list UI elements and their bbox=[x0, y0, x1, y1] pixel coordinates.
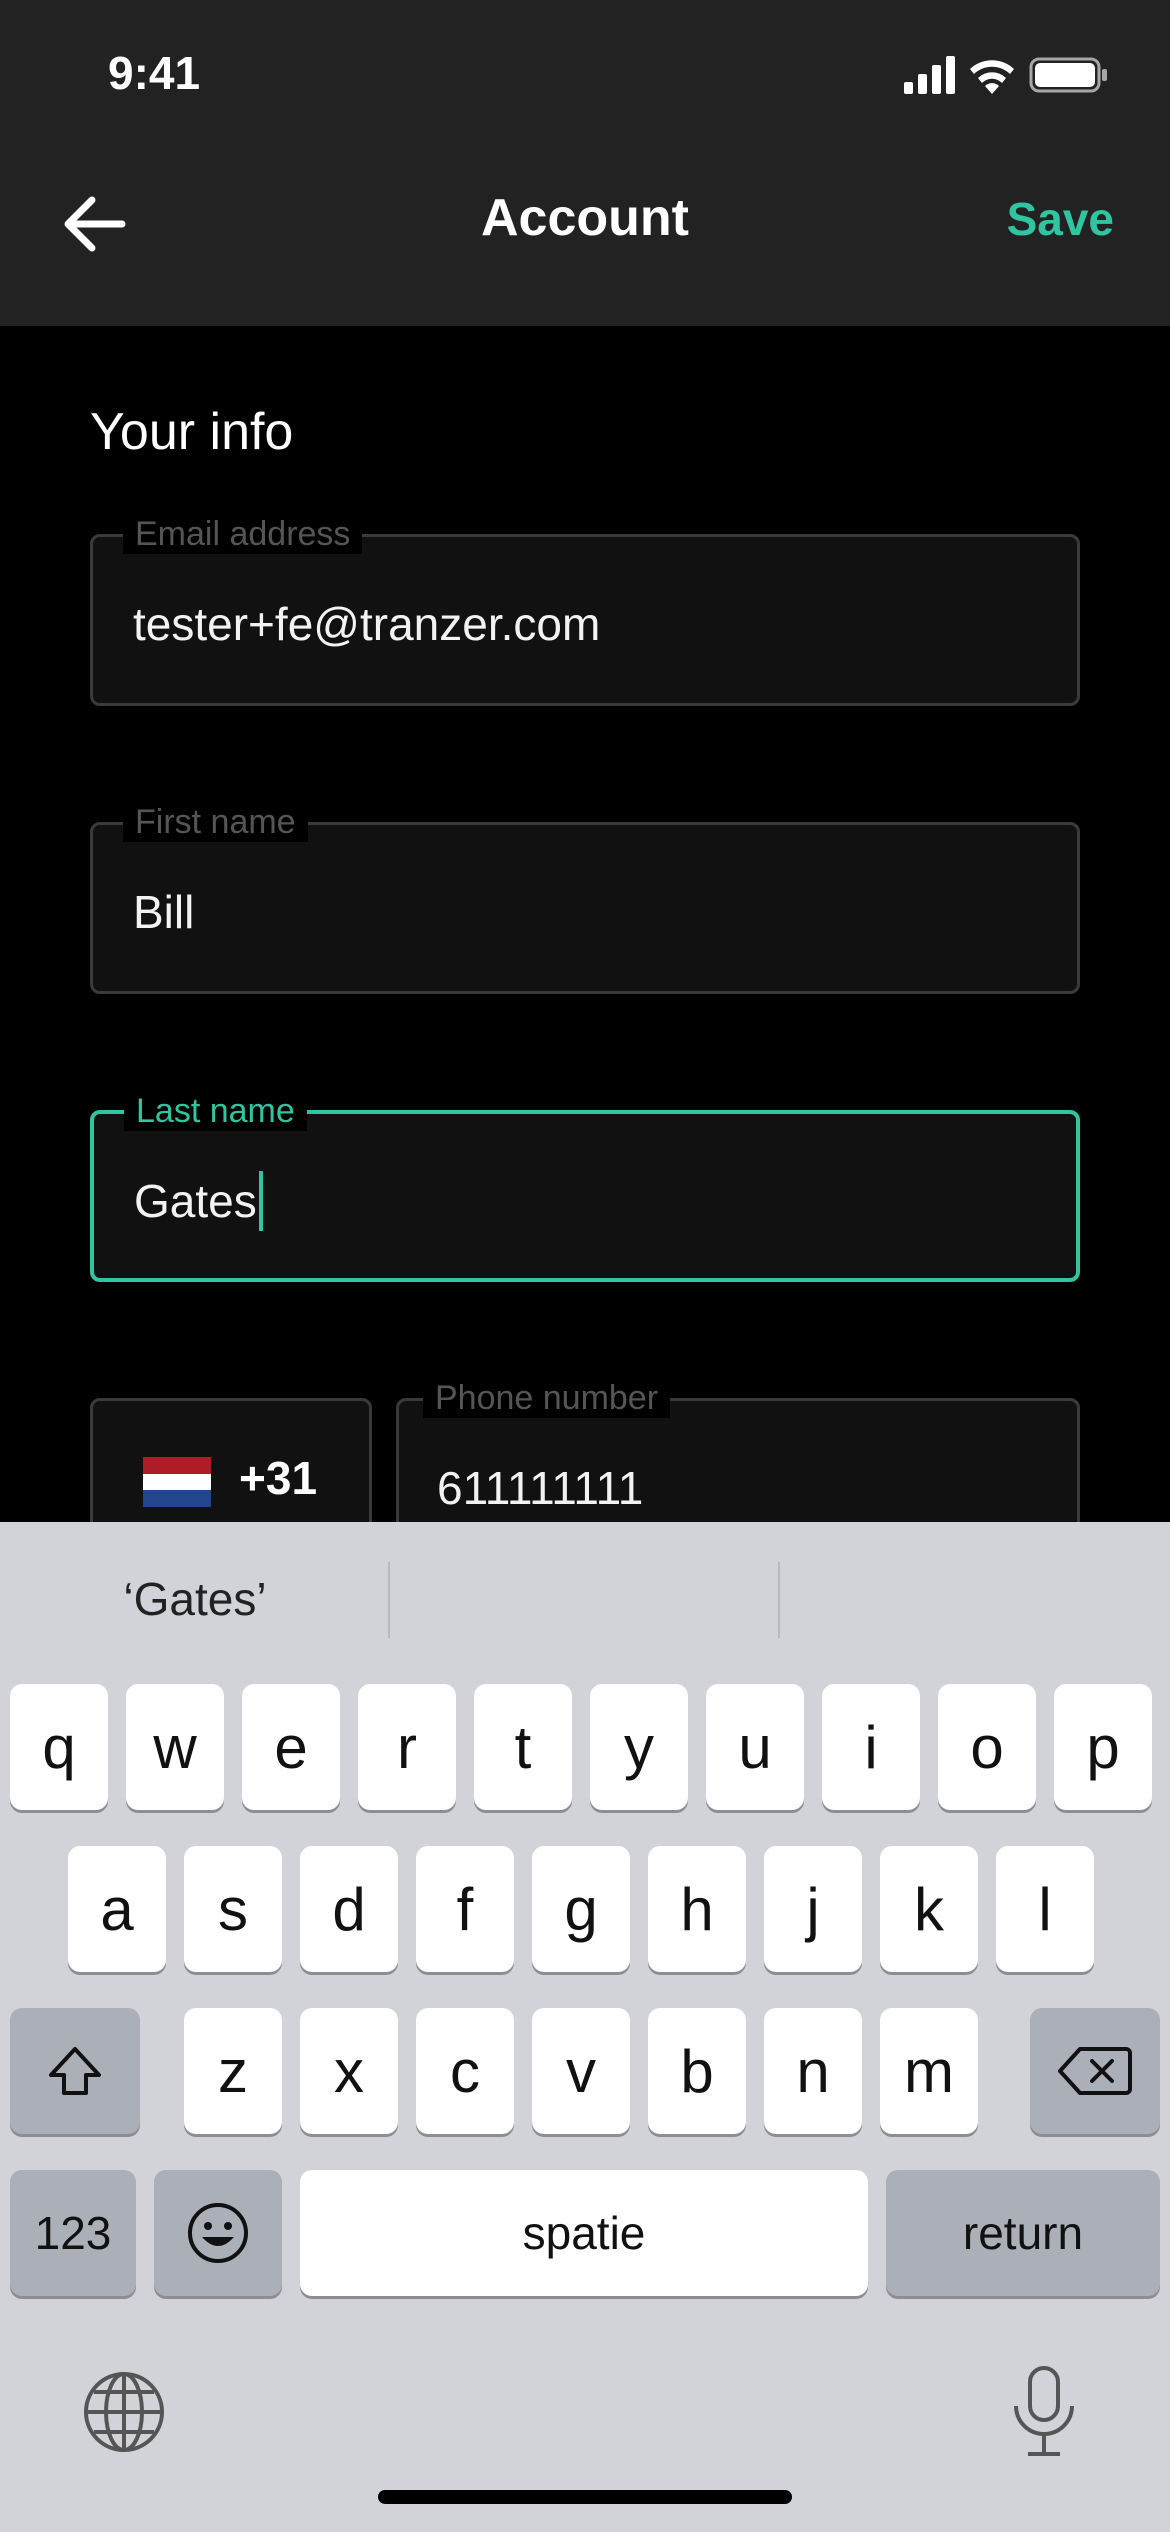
netherlands-flag-icon bbox=[143, 1457, 211, 1507]
key-f[interactable]: f bbox=[416, 1846, 514, 1972]
key-o[interactable]: o bbox=[938, 1684, 1036, 1810]
suggestion-divider bbox=[388, 1562, 390, 1638]
cellular-signal-icon bbox=[904, 56, 955, 94]
key-v[interactable]: v bbox=[532, 2008, 630, 2134]
key-s[interactable]: s bbox=[184, 1846, 282, 1972]
globe-icon bbox=[84, 2372, 164, 2452]
key-w[interactable]: w bbox=[126, 1684, 224, 1810]
microphone-icon bbox=[1014, 2366, 1074, 2456]
text-caret bbox=[258, 1170, 263, 1231]
last-name-field[interactable]: Last name Gates bbox=[90, 1092, 1080, 1282]
key-p[interactable]: p bbox=[1054, 1684, 1152, 1810]
battery-icon bbox=[1029, 57, 1107, 93]
wifi-icon bbox=[970, 60, 1014, 94]
key-r[interactable]: r bbox=[358, 1684, 456, 1810]
key-q[interactable]: q bbox=[10, 1684, 108, 1810]
emoji-key[interactable] bbox=[154, 2170, 282, 2296]
key-e[interactable]: e bbox=[242, 1684, 340, 1810]
page-title: Account bbox=[481, 189, 689, 247]
key-n[interactable]: n bbox=[764, 2008, 862, 2134]
email-field-label: Email address bbox=[123, 515, 363, 554]
last-name-field-value-wrap: Gates bbox=[134, 1170, 263, 1231]
email-field[interactable]: Email address tester+fe@tranzer.com bbox=[90, 515, 1080, 706]
keyboard: ‘Gates’ qwertyuiop asdfghjkl zxcvbnm 123… bbox=[0, 1522, 1170, 2532]
shift-icon bbox=[49, 2047, 101, 2095]
section-title: Your info bbox=[90, 403, 294, 461]
email-field-value: tester+fe@tranzer.com bbox=[133, 598, 601, 650]
status-time: 9:41 bbox=[108, 47, 201, 99]
key-y[interactable]: y bbox=[590, 1684, 688, 1810]
return-key[interactable]: return bbox=[886, 2170, 1160, 2296]
key-t[interactable]: t bbox=[474, 1684, 572, 1810]
key-h[interactable]: h bbox=[648, 1846, 746, 1972]
key-c[interactable]: c bbox=[416, 2008, 514, 2134]
account-form: Your info Email address tester+fe@tranze… bbox=[0, 326, 1170, 1598]
first-name-field-value: Bill bbox=[133, 886, 195, 938]
emoji-icon bbox=[188, 2203, 248, 2263]
globe-button[interactable] bbox=[80, 2368, 168, 2461]
key-j[interactable]: j bbox=[764, 1846, 862, 1972]
nav-bar: Account Save bbox=[0, 150, 1170, 326]
numbers-key[interactable]: 123 bbox=[10, 2170, 136, 2296]
phone-number-field-label: Phone number bbox=[423, 1379, 671, 1418]
backspace-key[interactable] bbox=[1030, 2008, 1160, 2134]
key-d[interactable]: d bbox=[300, 1846, 398, 1972]
country-code: +31 bbox=[239, 1452, 318, 1504]
key-k[interactable]: k bbox=[880, 1846, 978, 1972]
key-m[interactable]: m bbox=[880, 2008, 978, 2134]
last-name-field-value: Gates bbox=[134, 1175, 257, 1227]
last-name-field-label: Last name bbox=[124, 1092, 307, 1131]
save-button[interactable]: Save bbox=[1007, 192, 1114, 246]
shift-key[interactable] bbox=[10, 2008, 140, 2134]
key-l[interactable]: l bbox=[996, 1846, 1094, 1972]
phone-number-field-value: 611111111 bbox=[437, 1462, 644, 1514]
space-key[interactable]: spatie bbox=[300, 2170, 868, 2296]
dictation-button[interactable] bbox=[1004, 2362, 1084, 2467]
first-name-field-label: First name bbox=[123, 803, 308, 842]
key-i[interactable]: i bbox=[822, 1684, 920, 1810]
first-name-field[interactable]: First name Bill bbox=[90, 803, 1080, 994]
suggestion-divider bbox=[778, 1562, 780, 1638]
status-bar: 9:41 bbox=[0, 0, 1170, 150]
key-z[interactable]: z bbox=[184, 2008, 282, 2134]
suggestion-bar: ‘Gates’ bbox=[0, 1522, 1170, 1672]
key-u[interactable]: u bbox=[706, 1684, 804, 1810]
status-icons bbox=[904, 52, 1114, 96]
key-g[interactable]: g bbox=[532, 1846, 630, 1972]
home-indicator bbox=[378, 2490, 792, 2504]
suggestion-1[interactable]: ‘Gates’ bbox=[0, 1572, 390, 1626]
key-b[interactable]: b bbox=[648, 2008, 746, 2134]
backspace-icon bbox=[1058, 2047, 1132, 2095]
key-a[interactable]: a bbox=[68, 1846, 166, 1972]
key-x[interactable]: x bbox=[300, 2008, 398, 2134]
